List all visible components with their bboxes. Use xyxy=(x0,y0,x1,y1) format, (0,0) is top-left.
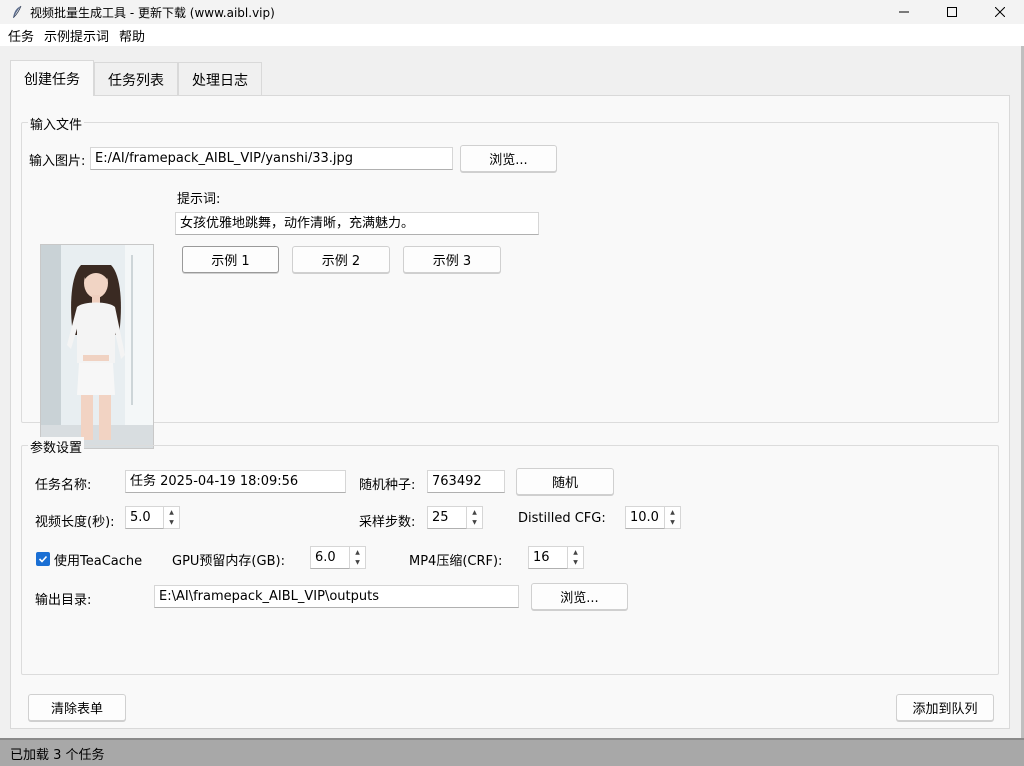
spin-down-icon[interactable]: ▼ xyxy=(350,558,365,569)
task-name-label: 任务名称: xyxy=(35,478,92,493)
image-preview xyxy=(40,244,154,449)
seed-field[interactable]: 763492 xyxy=(427,470,505,493)
minimize-button[interactable] xyxy=(880,0,928,24)
seed-label: 随机种子: xyxy=(359,478,416,493)
check-icon xyxy=(38,555,48,563)
gpu-memory-spinbox[interactable]: 6.0 ▲ ▼ xyxy=(310,546,366,569)
input-image-field[interactable]: E:/AI/framepack_AIBL_VIP/yanshi/33.jpg xyxy=(90,147,453,170)
close-button[interactable] xyxy=(976,0,1024,24)
tab-create-task[interactable]: 创建任务 xyxy=(10,60,94,96)
main-area: 创建任务 任务列表 处理日志 输入文件 输入图片: E:/AI/framepac… xyxy=(0,46,1024,738)
example-3-button[interactable]: 示例 3 xyxy=(403,246,501,273)
params-group-label: 参数设置 xyxy=(28,437,85,456)
menu-example-prompts[interactable]: 示例提示词 xyxy=(40,26,113,45)
menu-help[interactable]: 帮助 xyxy=(115,26,149,45)
window-title: 视频批量生成工具 - 更新下载 (www.aibl.vip) xyxy=(30,5,275,20)
example-2-button[interactable]: 示例 2 xyxy=(292,246,390,273)
spin-up-icon[interactable]: ▲ xyxy=(568,547,583,558)
clear-form-button[interactable]: 清除表单 xyxy=(28,694,126,721)
spin-up-icon[interactable]: ▲ xyxy=(665,507,680,518)
spin-down-icon[interactable]: ▼ xyxy=(568,558,583,569)
input-files-group-label: 输入文件 xyxy=(28,114,85,133)
task-name-field[interactable]: 任务 2025-04-19 18:09:56 xyxy=(125,470,346,493)
cfg-label: Distilled CFG: xyxy=(518,511,606,526)
input-image-label: 输入图片: xyxy=(29,154,86,169)
add-to-queue-button[interactable]: 添加到队列 xyxy=(896,694,994,721)
maximize-button[interactable] xyxy=(928,0,976,24)
gpu-memory-value[interactable]: 6.0 xyxy=(310,546,350,569)
cfg-value[interactable]: 10.0 xyxy=(625,506,665,529)
prompt-field[interactable]: 女孩优雅地跳舞，动作清晰，充满魅力。 xyxy=(175,212,539,235)
gpu-memory-label: GPU预留内存(GB): xyxy=(172,554,285,569)
steps-value[interactable]: 25 xyxy=(427,506,467,529)
teacache-label[interactable]: 使用TeaCache xyxy=(54,550,142,569)
tab-bar: 创建任务 任务列表 处理日志 xyxy=(10,60,262,96)
video-length-value[interactable]: 5.0 xyxy=(125,506,164,529)
feather-icon xyxy=(6,1,28,23)
steps-spinbox[interactable]: 25 ▲ ▼ xyxy=(427,506,483,529)
random-seed-button[interactable]: 随机 xyxy=(516,468,614,495)
menu-task[interactable]: 任务 xyxy=(4,26,38,45)
crf-value[interactable]: 16 xyxy=(528,546,568,569)
menu-bar: 任务 示例提示词 帮助 xyxy=(0,24,1024,46)
tab-process-log[interactable]: 处理日志 xyxy=(178,62,262,96)
steps-label: 采样步数: xyxy=(359,515,416,530)
teacache-checkbox[interactable] xyxy=(36,552,50,566)
spin-down-icon[interactable]: ▼ xyxy=(467,518,482,529)
spin-up-icon[interactable]: ▲ xyxy=(467,507,482,518)
browse-output-button[interactable]: 浏览... xyxy=(531,583,628,610)
cfg-spinbox[interactable]: 10.0 ▲ ▼ xyxy=(625,506,681,529)
tab-task-list[interactable]: 任务列表 xyxy=(94,62,178,96)
status-bar: 已加载 3 个任务 xyxy=(0,738,1024,766)
spin-down-icon[interactable]: ▼ xyxy=(164,518,179,529)
video-length-label: 视频长度(秒): xyxy=(35,515,115,530)
status-text: 已加载 3 个任务 xyxy=(10,747,105,763)
title-bar: 视频批量生成工具 - 更新下载 (www.aibl.vip) xyxy=(0,0,1024,24)
spin-up-icon[interactable]: ▲ xyxy=(164,507,179,518)
output-dir-label: 输出目录: xyxy=(35,593,92,608)
video-length-spinbox[interactable]: 5.0 ▲ ▼ xyxy=(125,506,180,529)
spin-down-icon[interactable]: ▼ xyxy=(665,518,680,529)
crf-spinbox[interactable]: 16 ▲ ▼ xyxy=(528,546,584,569)
crf-label: MP4压缩(CRF): xyxy=(409,554,503,569)
browse-image-button[interactable]: 浏览... xyxy=(460,145,557,172)
create-task-panel: 输入文件 输入图片: E:/AI/framepack_AIBL_VIP/yans… xyxy=(10,95,1010,729)
spin-up-icon[interactable]: ▲ xyxy=(350,547,365,558)
output-dir-field[interactable]: E:\AI\framepack_AIBL_VIP\outputs xyxy=(154,585,519,608)
girl-photo-icon xyxy=(41,245,153,448)
prompt-label: 提示词: xyxy=(177,192,221,207)
example-1-button[interactable]: 示例 1 xyxy=(182,246,279,273)
